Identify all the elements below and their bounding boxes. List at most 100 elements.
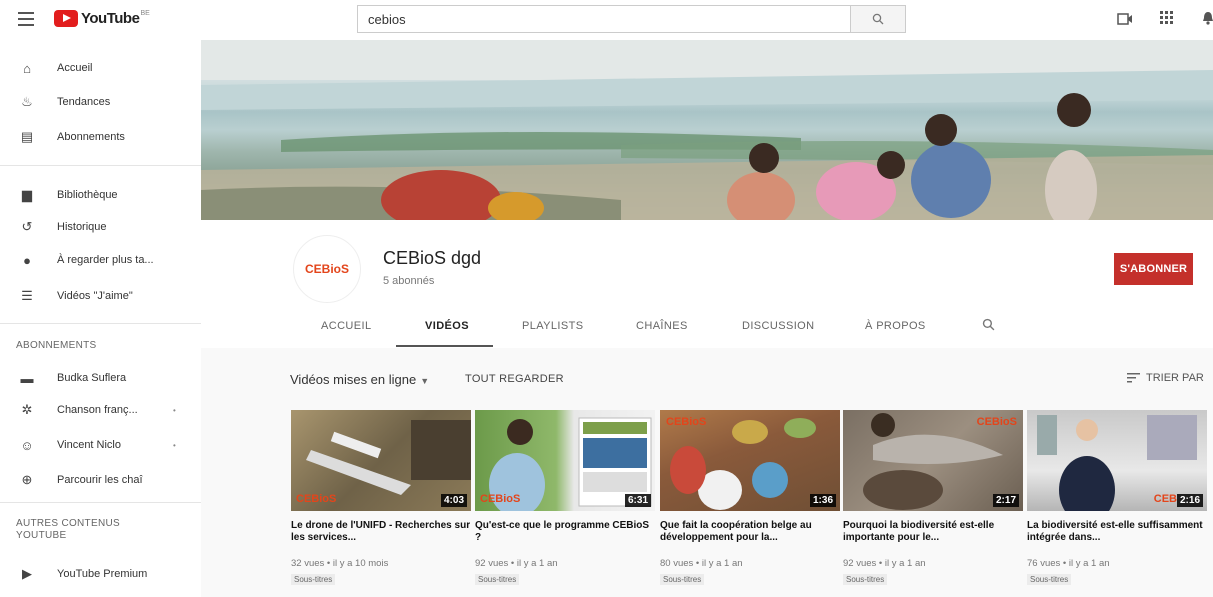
sidebar-item-youtube-premium[interactable]: ▶ YouTube Premium — [0, 558, 201, 590]
create-video-icon[interactable] — [1117, 12, 1133, 26]
tab-playlists[interactable]: PLAYLISTS — [522, 320, 583, 332]
search-input[interactable]: cebios — [357, 5, 851, 33]
caret-down-icon: ▼ — [420, 376, 430, 386]
cebios-watermark: CEBioS — [666, 416, 707, 428]
liked-videos-icon: ☰ — [21, 288, 33, 303]
active-tab-indicator — [396, 345, 493, 347]
subscriptions-icon: ▤ — [20, 129, 34, 144]
more-content-heading: AUTRES CONTENUS YOUTUBE — [16, 518, 120, 541]
tab-discussion[interactable]: DISCUSSION — [742, 320, 814, 332]
video-thumbnail[interactable]: CEBioS 2:17 — [843, 410, 1023, 511]
sidebar-divider — [0, 165, 201, 166]
sidebar: ⌂ Accueil ♨ Tendances ▤ Abonnements ▆ Bi… — [0, 40, 201, 597]
notifications-icon[interactable] — [1203, 11, 1213, 25]
sidebar-item-label: YouTube Premium — [57, 568, 148, 580]
sidebar-item-label: Vincent Niclo — [57, 439, 121, 451]
cebios-watermark: CEBioS — [480, 493, 521, 505]
sidebar-item-home[interactable]: ⌂ Accueil — [0, 52, 201, 84]
video-thumbnail[interactable]: CEBioS 1:36 — [660, 410, 840, 511]
sidebar-item-browse-channels[interactable]: ⊕ Parcourir les chaî — [0, 464, 201, 496]
video-metadata: 32 vues • il y a 10 mois — [291, 558, 389, 569]
video-duration: 2:17 — [992, 494, 1019, 507]
trending-icon: ♨ — [21, 94, 33, 109]
new-content-dot: • — [173, 405, 176, 415]
sidebar-item-label: Vidéos "J'aime" — [57, 290, 133, 302]
video-metadata: 80 vues • il y a 1 an — [660, 558, 743, 569]
sidebar-divider — [0, 502, 201, 503]
sidebar-item-subscription[interactable]: ✲ Chanson franç... • — [0, 394, 201, 426]
sidebar-item-label: Parcourir les chaî — [57, 474, 143, 486]
sidebar-item-label: Tendances — [57, 96, 111, 108]
cebios-watermark: CEB — [1153, 493, 1177, 505]
video-duration: 6:31 — [624, 494, 651, 507]
sidebar-item-history[interactable]: ↺ Historique — [0, 211, 201, 243]
video-duration: 1:36 — [809, 494, 836, 507]
sidebar-item-label: Abonnements — [57, 131, 125, 143]
video-metadata: 92 vues • il y a 1 an — [843, 558, 926, 569]
menu-icon[interactable] — [18, 12, 34, 26]
sort-icon — [1127, 373, 1140, 383]
watch-later-icon: ● — [23, 252, 31, 268]
sidebar-item-liked-videos[interactable]: ☰ Vidéos "J'aime" — [0, 280, 201, 312]
video-title[interactable]: Pourquoi la biodiversité est-elle import… — [843, 520, 1023, 544]
video-duration: 2:16 — [1176, 494, 1203, 507]
video-thumbnail[interactable]: CEBioS 6:31 — [475, 410, 655, 511]
channel-avatar-logo: CEBioS — [304, 262, 349, 276]
sort-label: TRIER PAR — [1146, 372, 1204, 384]
sidebar-item-subscription[interactable]: ▬ Budka Suflera — [0, 362, 201, 394]
youtube-premium-icon: ▶ — [22, 566, 32, 581]
video-metadata: 76 vues • il y a 1 an — [1027, 558, 1110, 569]
history-icon: ↺ — [21, 219, 33, 234]
sidebar-item-label: Accueil — [57, 62, 93, 74]
search-icon — [872, 13, 884, 25]
sidebar-item-label: Chanson franç... — [57, 404, 138, 416]
youtube-logo[interactable]: YouTube BE — [54, 10, 150, 27]
sort-button[interactable]: TRIER PAR — [1127, 372, 1204, 384]
channel-avatar[interactable]: CEBioS — [293, 235, 361, 303]
cebios-watermark: CEBioS — [976, 416, 1017, 428]
search-button[interactable] — [850, 5, 906, 33]
tab-channels[interactable]: CHAÎNES — [636, 320, 688, 332]
video-metadata: 92 vues • il y a 1 an — [475, 558, 558, 569]
browse-channels-icon: ⊕ — [21, 472, 33, 487]
video-title[interactable]: Qu'est-ce que le programme CEBioS ? — [475, 520, 655, 544]
subtitles-badge: Sous-titres — [660, 574, 705, 585]
logo-text: YouTube — [81, 10, 140, 27]
channel-banner — [201, 40, 1213, 220]
video-title[interactable]: Le drone de l'UNIFD - Recherches sur les… — [291, 520, 471, 544]
video-title[interactable]: La biodiversité est-elle suffisamment in… — [1027, 520, 1209, 544]
channel-avatar-icon: ✲ — [21, 402, 33, 417]
sidebar-item-watch-later[interactable]: ● À regarder plus ta... — [0, 244, 201, 276]
video-thumbnail[interactable]: CEB 2:16 — [1027, 410, 1207, 511]
sidebar-item-trending[interactable]: ♨ Tendances — [0, 86, 201, 118]
video-title[interactable]: Que fait la coopération belge au dévelop… — [660, 520, 840, 544]
channel-avatar-icon: ▬ — [20, 370, 34, 386]
sidebar-item-label: À regarder plus ta... — [57, 254, 154, 266]
video-duration: 4:03 — [440, 494, 467, 507]
cebios-watermark: CEBioS — [296, 493, 337, 505]
tab-about[interactable]: À PROPOS — [865, 320, 926, 332]
channel-search-icon[interactable] — [982, 318, 995, 331]
subtitles-badge: Sous-titres — [291, 574, 336, 585]
sidebar-item-library[interactable]: ▆ Bibliothèque — [0, 179, 201, 211]
uploads-filter-label: Vidéos mises en ligne — [290, 372, 417, 387]
subscriptions-heading: ABONNEMENTS — [16, 340, 97, 351]
uploads-filter-dropdown[interactable]: Vidéos mises en ligne ▼ — [290, 372, 429, 387]
sidebar-item-label: Historique — [57, 221, 107, 233]
apps-grid-icon[interactable] — [1160, 11, 1174, 25]
video-thumbnail[interactable]: CEBioS 4:03 — [291, 410, 471, 511]
youtube-play-icon — [54, 10, 78, 27]
sidebar-item-subscription[interactable]: ☺ Vincent Niclo • — [0, 429, 201, 461]
subscriber-count: 5 abonnés — [383, 275, 435, 287]
new-content-dot: • — [173, 440, 176, 450]
sidebar-item-subscriptions[interactable]: ▤ Abonnements — [0, 121, 201, 153]
subscribe-button[interactable]: S'ABONNER — [1114, 253, 1193, 285]
banner-photo — [201, 40, 1213, 220]
see-all-button[interactable]: TOUT REGARDER — [465, 373, 564, 385]
tab-videos[interactable]: VIDÉOS — [425, 320, 469, 332]
library-icon: ▆ — [22, 187, 32, 202]
tab-home[interactable]: ACCUEIL — [321, 320, 371, 332]
sidebar-item-label: Bibliothèque — [57, 189, 118, 201]
sidebar-divider — [0, 323, 201, 324]
subtitles-badge: Sous-titres — [1027, 574, 1072, 585]
